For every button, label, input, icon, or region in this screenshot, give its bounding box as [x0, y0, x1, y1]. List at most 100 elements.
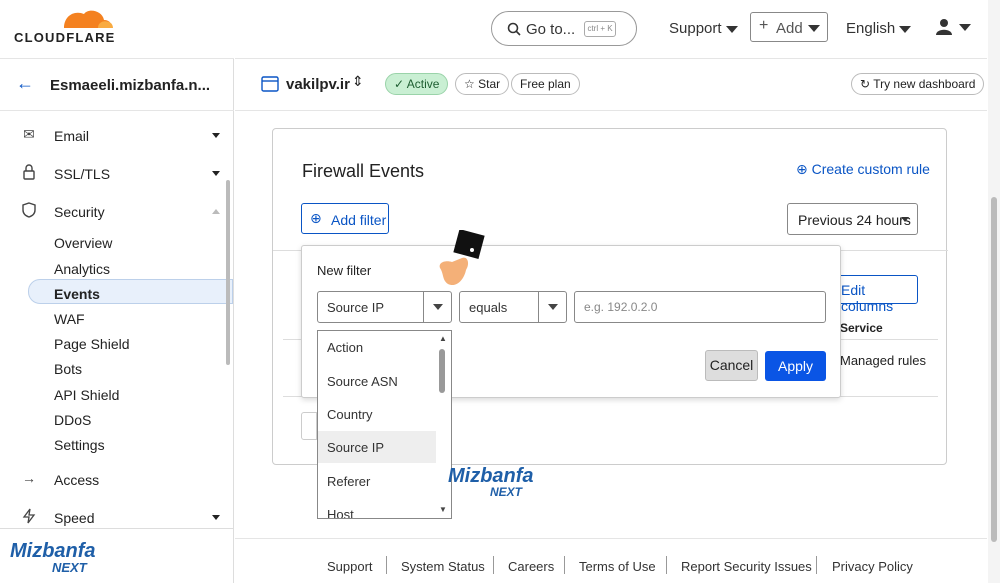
pagination-prev[interactable]	[301, 412, 317, 440]
mizbanfa-watermark-logo: Mizbanfa NEXT	[10, 541, 96, 574]
sidebar-item-bots[interactable]: Bots	[54, 361, 82, 377]
logo-text: CLOUDFLARE	[14, 30, 116, 45]
dropdown-toggle[interactable]	[538, 292, 566, 322]
chevron-down-icon	[725, 25, 738, 33]
chevron-down-icon	[433, 304, 443, 310]
sidebar-item-settings[interactable]: Settings	[54, 437, 105, 453]
support-menu[interactable]: Support	[669, 20, 738, 37]
sidebar-item-analytics[interactable]: Analytics	[54, 261, 110, 277]
page-scrollbar[interactable]	[988, 0, 1000, 583]
footer-divider	[235, 538, 987, 539]
sidebar-scrollbar[interactable]	[226, 180, 230, 365]
footer-separator	[666, 556, 667, 574]
chevron-up-icon	[212, 209, 220, 214]
apply-button[interactable]: Apply	[765, 351, 826, 381]
chevron-down-icon	[212, 133, 220, 138]
option-referer[interactable]: Referer	[318, 465, 436, 497]
time-range-label: Previous 24 hours	[798, 212, 911, 228]
cloudflare-logo[interactable]: CLOUDFLARE	[14, 8, 114, 48]
add-label: Add	[776, 20, 803, 37]
option-action[interactable]: Action	[318, 331, 436, 363]
email-icon: ✉	[23, 126, 35, 142]
try-new-label: Try new dashboard	[873, 77, 976, 91]
watermark-line1: Mizbanfa	[10, 540, 96, 562]
footer-link-support[interactable]: Support	[327, 559, 373, 574]
sidebar-item-email[interactable]: ✉ Email	[0, 124, 226, 148]
search-button[interactable]: Go to... ctrl + K	[491, 11, 637, 46]
star-label: Star	[478, 77, 501, 91]
page-scrollbar-thumb[interactable]	[991, 197, 997, 542]
option-source-ip[interactable]: Source IP	[318, 431, 436, 463]
support-label: Support	[669, 20, 722, 37]
time-range-select[interactable]: Previous 24 hours	[787, 203, 918, 235]
back-arrow-icon[interactable]: ←	[16, 73, 34, 94]
plus-circle-icon: ⊕	[310, 210, 322, 226]
star-icon: ☆	[464, 77, 475, 91]
footer-link-privacy[interactable]: Privacy Policy	[832, 559, 913, 574]
language-menu[interactable]: English	[846, 20, 912, 37]
sidebar-item-label: Speed	[54, 510, 95, 526]
scroll-up-icon[interactable]: ▲	[439, 334, 447, 343]
add-button[interactable]: + Add	[750, 12, 828, 42]
option-country[interactable]: Country	[318, 398, 436, 430]
sidebar-item-page-shield[interactable]: Page Shield	[54, 336, 130, 352]
watermark-line2: NEXT	[52, 560, 87, 575]
sidebar-item-overview[interactable]: Overview	[54, 235, 112, 251]
create-custom-rule-link[interactable]: ⊕ Create custom rule	[796, 161, 930, 178]
operator-value: equals	[469, 300, 508, 315]
chevron-down-icon	[808, 25, 820, 32]
star-button[interactable]: ☆ Star	[455, 73, 510, 95]
refresh-icon: ↻	[860, 77, 871, 91]
add-filter-button[interactable]: ⊕ Add filter	[301, 203, 389, 234]
try-new-dashboard-button[interactable]: ↻ Try new dashboard	[851, 73, 985, 95]
footer-link-terms[interactable]: Terms of Use	[579, 559, 656, 574]
page-title: Firewall Events	[302, 161, 425, 181]
list-scrollbar[interactable]	[439, 349, 445, 393]
user-menu[interactable]	[935, 18, 971, 38]
option-host[interactable]: Host	[318, 498, 436, 518]
chevron-down-icon	[899, 25, 912, 33]
sidebar-item-ddos[interactable]: DDoS	[54, 412, 91, 428]
speed-icon	[20, 508, 38, 526]
sidebar-item-access[interactable]: → Access	[0, 468, 226, 492]
chevron-down-icon	[548, 304, 558, 310]
option-source-asn[interactable]: Source ASN	[318, 365, 436, 397]
chevron-down-icon	[901, 217, 909, 222]
footer-link-report-security[interactable]: Report Security Issues	[681, 559, 812, 574]
sidebar-item-events[interactable]: Events	[54, 286, 100, 302]
zone-switch-icon[interactable]: ⇕	[352, 73, 364, 90]
sidebar-item-speed[interactable]: Speed	[0, 506, 226, 530]
filter-field-select[interactable]: Source IP	[317, 291, 452, 323]
search-icon	[507, 22, 521, 36]
sidebar-item-api-shield[interactable]: API Shield	[54, 387, 119, 403]
filter-operator-select[interactable]: equals	[459, 291, 567, 323]
popover-title: New filter	[317, 263, 372, 278]
sidebar-item-security[interactable]: Security	[0, 200, 226, 224]
sidebar: ← Esmaeeli.mizbanfa.n... ✉ Email SSL/TLS…	[0, 58, 234, 583]
zone-domain: vakilpv.ir	[286, 76, 350, 93]
filter-value-input[interactable]: e.g. 192.0.2.0	[574, 291, 826, 323]
footer-separator	[816, 556, 817, 574]
sidebar-item-label: Security	[54, 204, 105, 220]
column-header-service: Service	[840, 321, 883, 335]
status-badge: ✓ Active	[385, 73, 449, 95]
user-icon	[936, 19, 952, 35]
hand-cursor-icon	[439, 230, 485, 286]
footer-link-careers[interactable]: Careers	[508, 559, 554, 574]
dropdown-toggle[interactable]	[423, 292, 451, 322]
account-switcher[interactable]: ← Esmaeeli.mizbanfa.n...	[0, 58, 234, 111]
zone-bar: vakilpv.ir ⇕ ✓ Active ☆ Star Free plan ↻…	[235, 58, 987, 111]
edit-columns-button[interactable]: Edit columns	[834, 275, 918, 314]
scroll-down-icon[interactable]: ▼	[439, 505, 447, 514]
sidebar-item-ssl-tls[interactable]: SSL/TLS	[0, 162, 226, 186]
cancel-button[interactable]: Cancel	[705, 350, 758, 381]
value-placeholder: e.g. 192.0.2.0	[584, 300, 658, 314]
plus-circle-icon: ⊕	[796, 161, 808, 177]
sidebar-item-label: Access	[54, 472, 100, 488]
language-label: English	[846, 20, 896, 37]
footer-separator	[493, 556, 494, 574]
footer-link-system-status[interactable]: System Status	[401, 559, 485, 574]
chevron-down-icon	[959, 24, 971, 31]
watermark-line1: Mizbanfa	[448, 465, 534, 487]
sidebar-item-waf[interactable]: WAF	[54, 311, 85, 327]
